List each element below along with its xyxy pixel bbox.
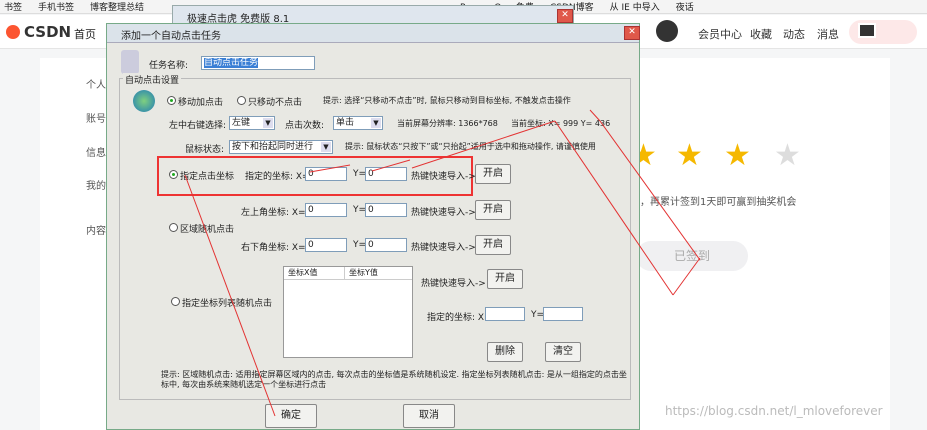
arrow-line <box>309 164 351 173</box>
arrow-line <box>184 174 276 417</box>
annotation-arrows <box>184 109 701 417</box>
arrow-line <box>589 109 601 122</box>
arrow-line <box>554 120 674 296</box>
arrow-line <box>371 159 411 172</box>
arrow-line <box>411 120 556 169</box>
arrow-line <box>672 257 701 296</box>
arrow-line <box>599 120 701 261</box>
